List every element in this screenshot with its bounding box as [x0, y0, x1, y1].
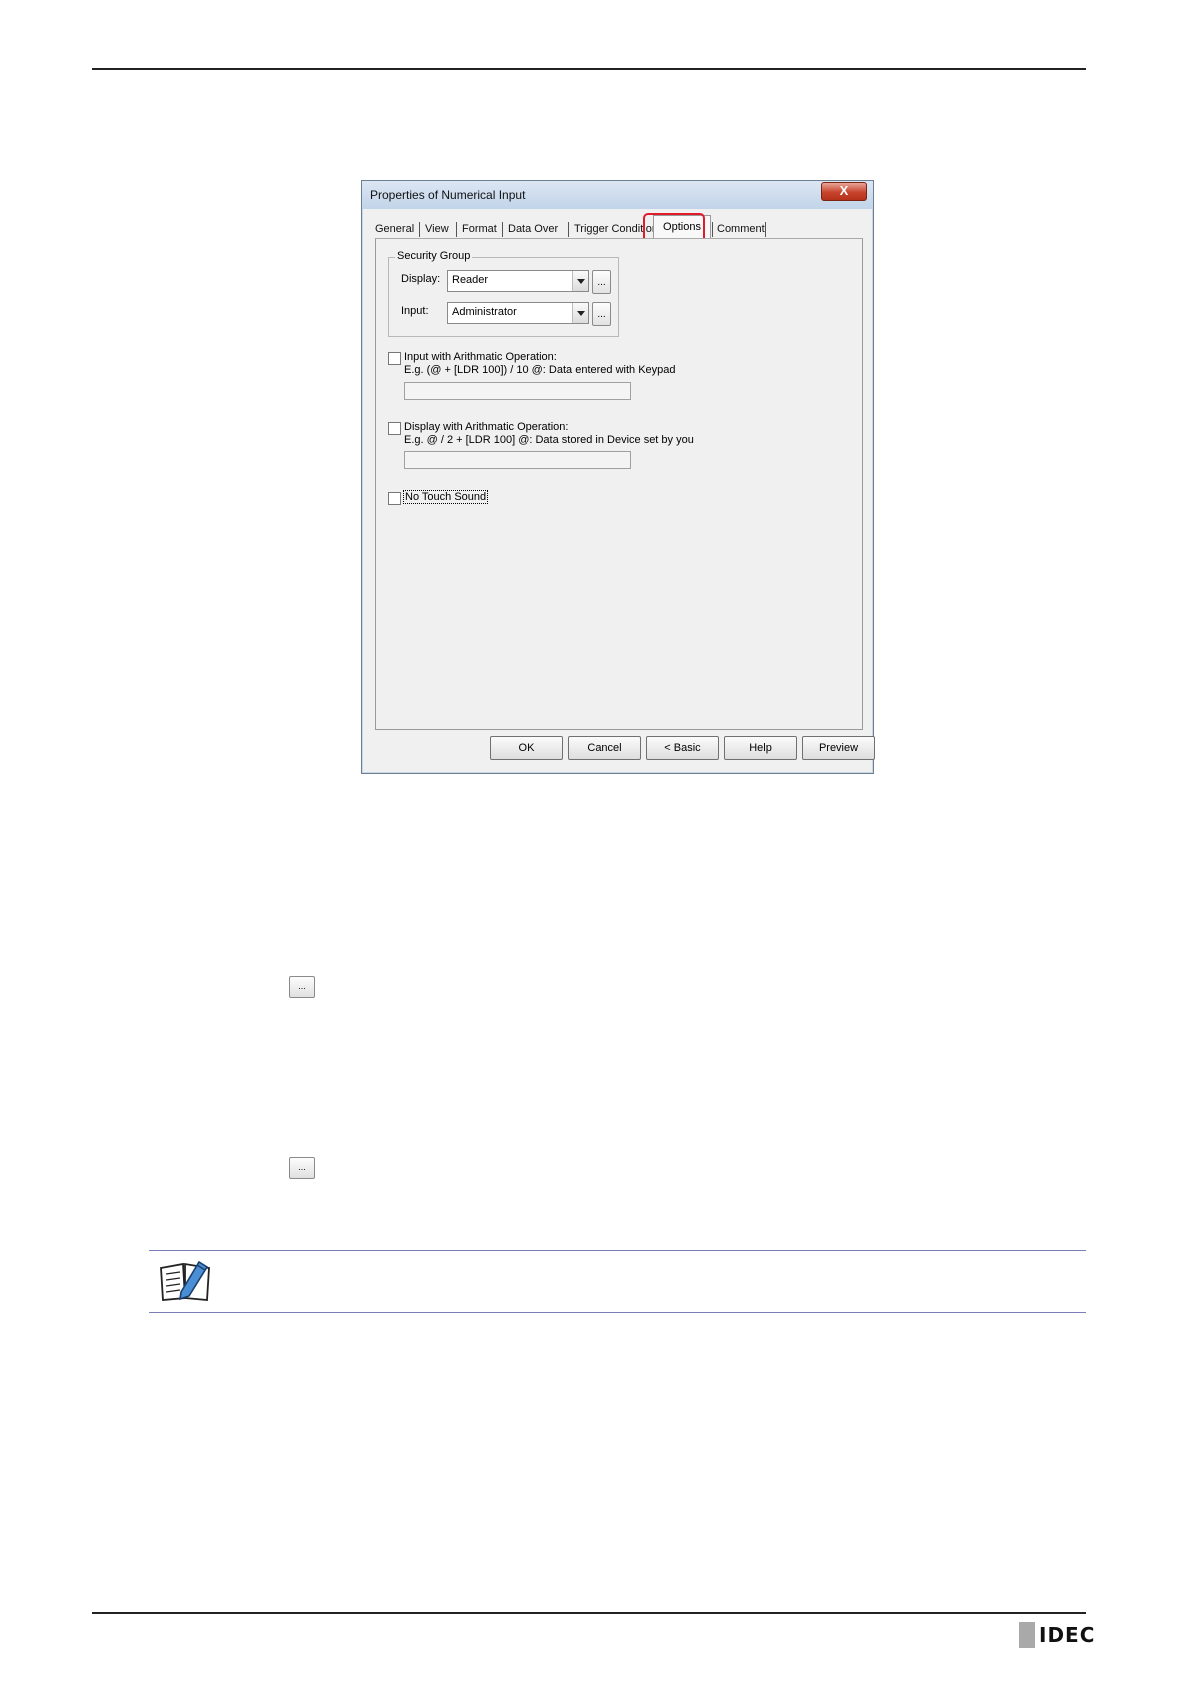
tab-view[interactable]: View: [421, 219, 453, 239]
display-label: Display:: [401, 273, 441, 285]
display-arith-example: E.g. @ / 2 + [LDR 100] @: Data stored in…: [404, 434, 694, 446]
input-arith-checkbox[interactable]: [388, 352, 401, 365]
close-button[interactable]: X: [821, 182, 867, 201]
display-value: Reader: [452, 274, 489, 286]
logo-block: [1019, 1622, 1035, 1648]
input-label: Input:: [401, 305, 429, 317]
input-arith-field[interactable]: [404, 382, 631, 400]
tab-general[interactable]: General: [371, 219, 418, 239]
logo-text: IDEC: [1039, 1623, 1096, 1647]
preview-button[interactable]: Preview: [802, 736, 875, 760]
header-rule: [92, 68, 1086, 70]
dialog-titlebar: Properties of Numerical Input X: [362, 181, 873, 209]
input-arith-label: Input with Arithmatic Operation:: [404, 351, 557, 363]
no-touch-sound-checkbox[interactable]: [388, 492, 401, 505]
input-value: Administrator: [452, 306, 517, 318]
note-icon: [159, 1258, 211, 1302]
chevron-down-icon[interactable]: [572, 271, 588, 291]
tab-comment[interactable]: Comment: [713, 219, 769, 239]
security-group-label: Security Group: [395, 250, 473, 262]
cancel-button[interactable]: Cancel: [568, 736, 641, 760]
no-touch-sound-label[interactable]: No Touch Sound: [403, 490, 489, 504]
browse-button-inline-1: ...: [289, 976, 315, 998]
input-select[interactable]: Administrator: [447, 302, 589, 324]
note-bottom-rule: [149, 1312, 1086, 1313]
display-select[interactable]: Reader: [447, 270, 589, 292]
browse-button-inline-2: ...: [289, 1157, 315, 1179]
note-top-rule: [149, 1250, 1086, 1251]
tab-format[interactable]: Format: [458, 219, 501, 239]
dialog-title: Properties of Numerical Input: [370, 188, 526, 202]
basic-button[interactable]: < Basic: [646, 736, 719, 760]
input-browse-button[interactable]: ...: [592, 302, 611, 326]
security-group: Security Group Display: Reader ... Input…: [388, 250, 619, 337]
help-button[interactable]: Help: [724, 736, 797, 760]
tab-data-over[interactable]: Data Over: [504, 219, 562, 239]
display-arith-checkbox[interactable]: [388, 422, 401, 435]
display-arith-label: Display with Arithmatic Operation:: [404, 421, 569, 433]
properties-dialog: Properties of Numerical Input X General …: [361, 180, 874, 774]
options-panel: Security Group Display: Reader ... Input…: [375, 238, 863, 730]
display-arith-field[interactable]: [404, 451, 631, 469]
input-arith-example: E.g. (@ + [LDR 100]) / 10 @: Data entere…: [404, 364, 676, 376]
ok-button[interactable]: OK: [490, 736, 563, 760]
footer-rule: [92, 1612, 1086, 1614]
display-browse-button[interactable]: ...: [592, 270, 611, 294]
chevron-down-icon[interactable]: [572, 303, 588, 323]
